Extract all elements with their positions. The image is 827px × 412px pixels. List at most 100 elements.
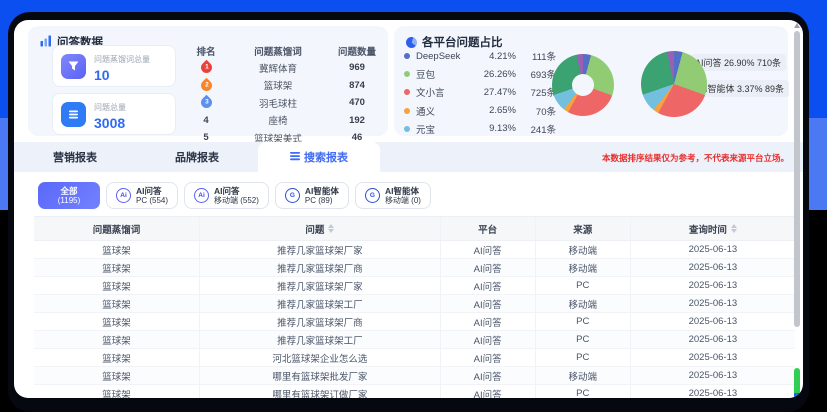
cell-distill-word: 篮球架 (34, 331, 199, 348)
ranking-row: 3 羽毛球柱 470 (186, 94, 384, 112)
column-header[interactable]: 问题蒸馏词 (34, 217, 199, 240)
funnel-icon (61, 54, 86, 79)
table-row[interactable]: 篮球架 哪里有篮球架批发厂家 AI问答 移动端 2025-06-13 (34, 367, 795, 385)
scrollbar-thumb[interactable] (794, 31, 800, 327)
ranking-row: 4 座椅 192 (186, 112, 384, 130)
ranking-table: 排名 问题蒸馏词 问题数量 1 冀辉体育 969 2 篮球架 874 3 羽毛球… (186, 42, 384, 147)
table-row[interactable]: 篮球架 推荐几家篮球架工厂 AI问答 移动端 2025-06-13 (34, 295, 795, 313)
stat-value: 3008 (94, 115, 126, 131)
tab-marketing-report[interactable]: 营销报表 (14, 142, 136, 172)
column-header[interactable]: 来源 (535, 217, 630, 240)
legend-item[interactable]: DeepSeek 4.21% 111条 (404, 47, 556, 65)
column-header[interactable]: 平台 (440, 217, 535, 240)
legend-count: 725条 (516, 85, 556, 99)
filter-button[interactable]: Ai AI问答 PC (554) (106, 182, 178, 209)
platform-legend: DeepSeek 4.21% 111条 豆包 26.26% 693条 文小言 2… (404, 47, 556, 138)
cell-query-time: 2025-06-13 (630, 277, 795, 294)
cell-platform: AI问答 (440, 367, 535, 384)
cell-source: PC (535, 313, 630, 330)
qa-data-panel: 问答数据 问题蒸馏词总量 10 问题总量 3008 (28, 26, 388, 136)
legend-percent: 27.47% (474, 87, 516, 98)
legend-percent: 9.13% (474, 123, 516, 134)
ranking-header-count: 问题数量 (330, 44, 384, 58)
filter-button[interactable]: Ai AI问答 移动端 (552) (184, 182, 269, 209)
cell-question: 推荐几家篮球架厂商 (199, 313, 439, 330)
table-row[interactable]: 篮球架 推荐几家篮球架厂商 AI问答 PC 2025-06-13 (34, 313, 795, 331)
table-row[interactable]: 篮球架 推荐几家篮球架厂家 AI问答 移动端 2025-06-13 (34, 241, 795, 259)
legend-dot (404, 53, 410, 59)
cell-distill-word: 篮球架 (34, 295, 199, 312)
cell-distill-word: 篮球架 (34, 313, 199, 330)
column-header[interactable]: 查询时间 (630, 217, 795, 240)
pie-label-ai-agent: AI智能体 3.37% 89条 (694, 80, 789, 97)
filter-count: 移动端 (552) (214, 196, 259, 206)
legend-name: DeepSeek (416, 51, 474, 62)
table-row[interactable]: 篮球架 推荐几家篮球架工厂 AI问答 PC 2025-06-13 (34, 331, 795, 349)
table-row[interactable]: 篮球架 河北篮球架企业怎么选 AI问答 PC 2025-06-13 (34, 349, 795, 367)
questions-table: 问题蒸馏词 问题 平台 来源 查询时间 篮球架 推荐几家篮球架厂家 AI问答 移… (34, 216, 795, 398)
ranking-row: 2 篮球架 874 (186, 77, 384, 95)
tab-label: 营销报表 (53, 149, 97, 165)
rank-count: 470 (330, 97, 384, 108)
filter-label: AI问答 (214, 186, 240, 196)
column-header[interactable]: 问题 (199, 217, 439, 240)
filter-count: 移动端 (0) (385, 196, 421, 206)
cell-source: PC (535, 331, 630, 348)
column-header-label: 问题 (305, 222, 324, 236)
scroll-up-arrow-icon[interactable] (794, 23, 800, 28)
stat-value: 10 (94, 67, 150, 83)
cell-question: 推荐几家篮球架厂商 (199, 259, 439, 276)
sort-icon[interactable] (328, 224, 334, 233)
filter-button[interactable]: 全部 (1195) (38, 182, 100, 209)
rank-count: 874 (330, 80, 384, 91)
window-frame: 问答数据 问题蒸馏词总量 10 问题总量 3008 (8, 12, 809, 412)
legend-dot (404, 126, 410, 132)
platform-share-panel: 各平台问题占比 DeepSeek 4.21% 111条 豆包 26.26% 69… (394, 26, 788, 136)
legend-item[interactable]: 文小言 27.47% 725条 (404, 83, 556, 101)
table-row[interactable]: 篮球架 推荐几家篮球架厂家 AI问答 PC 2025-06-13 (34, 277, 795, 295)
legend-count: 70条 (516, 104, 556, 118)
source-filterbar: 全部 (1195) Ai AI问答 PC (554) Ai AI问答 移动端 (… (38, 182, 431, 209)
table-row[interactable]: 篮球架 推荐几家篮球架厂商 AI问答 移动端 2025-06-13 (34, 259, 795, 277)
ranking-header: 排名 问题蒸馏词 问题数量 (186, 42, 384, 59)
cell-query-time: 2025-06-13 (630, 367, 795, 384)
sort-icon[interactable] (731, 224, 737, 233)
scrollbar[interactable] (793, 22, 801, 392)
cell-query-time: 2025-06-13 (630, 241, 795, 258)
disclaimer-text: 本数据排序结果仅为参考，不代表来源平台立场。 (602, 152, 789, 164)
tab-brand-report[interactable]: 品牌报表 (136, 142, 258, 172)
cell-source: PC (535, 385, 630, 398)
donut-chart[interactable] (552, 54, 614, 116)
rank-word: 冀辉体育 (226, 61, 330, 75)
legend-item[interactable]: 豆包 26.26% 693条 (404, 65, 556, 83)
cell-question: 推荐几家篮球架工厂 (199, 295, 439, 312)
cell-source: 移动端 (535, 259, 630, 276)
pie-chart[interactable] (641, 51, 707, 117)
rank-badge: 2 (198, 77, 214, 93)
legend-count: 111条 (516, 49, 556, 63)
legend-item[interactable]: 元宝 9.13% 241条 (404, 120, 556, 138)
filter-button[interactable]: G AI智能体 PC (89) (275, 182, 349, 209)
platform-icon: G (365, 188, 380, 203)
column-header-label: 问题蒸馏词 (93, 222, 141, 236)
table-row[interactable]: 篮球架 哪里有篮球架订做厂家 AI问答 PC 2025-06-13 (34, 385, 795, 398)
legend-name: 元宝 (416, 122, 474, 136)
legend-item[interactable]: 通义 2.65% 70条 (404, 102, 556, 120)
stat-label: 问题蒸馏词总量 (94, 55, 150, 64)
filter-button[interactable]: G AI智能体 移动端 (0) (355, 182, 431, 209)
cell-question: 推荐几家篮球架工厂 (199, 331, 439, 348)
filter-count: PC (554) (136, 196, 168, 206)
scroll-indicator (794, 368, 800, 395)
legend-percent: 26.26% (474, 69, 516, 80)
cell-source: PC (535, 277, 630, 294)
cell-platform: AI问答 (440, 259, 535, 276)
cell-question: 推荐几家篮球架厂家 (199, 277, 439, 294)
platform-icon: Ai (194, 188, 209, 203)
cell-platform: AI问答 (440, 313, 535, 330)
column-header-label: 平台 (478, 222, 497, 236)
legend-count: 241条 (516, 122, 556, 136)
ranking-rows: 1 冀辉体育 969 2 篮球架 874 3 羽毛球柱 470 4 座椅 192… (186, 59, 384, 147)
tab-search-report[interactable]: 搜索报表 (258, 142, 380, 172)
cell-query-time: 2025-06-13 (630, 385, 795, 398)
legend-percent: 2.65% (474, 105, 516, 116)
